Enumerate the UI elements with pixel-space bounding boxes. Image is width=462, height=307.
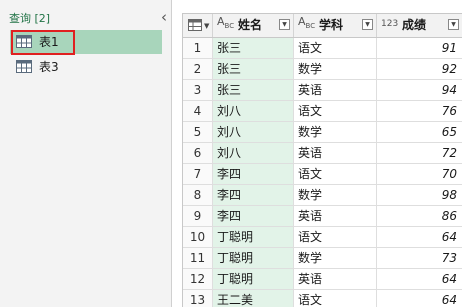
column-header-label: 成绩	[402, 18, 427, 32]
filter-dropdown-icon[interactable]: ▼	[279, 19, 290, 30]
row-number[interactable]: 13	[183, 290, 213, 307]
query-item-biao1[interactable]: 表1	[10, 30, 162, 55]
table-row: 7 李四 语文 70	[183, 164, 462, 185]
table-row: 4 刘八 语文 76	[183, 101, 462, 122]
table-row: 12 丁聪明 英语 64	[183, 269, 462, 290]
row-number[interactable]: 10	[183, 227, 213, 248]
cell-subject[interactable]: 数学	[294, 122, 377, 143]
cell-name[interactable]: 刘八	[213, 122, 294, 143]
text-type-icon[interactable]: ABC	[217, 16, 234, 31]
query-item-biao3[interactable]: 表3	[10, 55, 162, 79]
cell-name[interactable]: 刘八	[213, 101, 294, 122]
cell-score[interactable]: 94	[377, 80, 462, 101]
cell-subject[interactable]: 语文	[294, 38, 377, 59]
cell-name[interactable]: 丁聪明	[213, 227, 294, 248]
filter-dropdown-icon[interactable]: ▼	[448, 19, 459, 30]
row-number[interactable]: 1	[183, 38, 213, 59]
cell-subject[interactable]: 英语	[294, 80, 377, 101]
table-row: 6 刘八 英语 72	[183, 143, 462, 164]
cell-name[interactable]: 丁聪明	[213, 269, 294, 290]
cell-name[interactable]: 丁聪明	[213, 248, 294, 269]
table-row: 1 张三 语文 91	[183, 38, 462, 59]
cell-score[interactable]: 91	[377, 38, 462, 59]
row-number[interactable]: 8	[183, 185, 213, 206]
cell-name[interactable]: 李四	[213, 164, 294, 185]
table-row: 8 李四 数学 98	[183, 185, 462, 206]
cell-subject[interactable]: 英语	[294, 269, 377, 290]
table-menu-icon	[188, 19, 202, 34]
table-icon	[16, 60, 32, 76]
cell-score[interactable]: 65	[377, 122, 462, 143]
column-header-label: 姓名	[238, 18, 263, 32]
cell-score[interactable]: 64	[377, 290, 462, 307]
collapse-pane-icon[interactable]: ‹	[157, 9, 171, 25]
cell-score[interactable]: 70	[377, 164, 462, 185]
grid-header: ▼ ABC 姓名 ▼ ABC 学科 ▼ 123 成绩 ▼	[183, 14, 462, 38]
cell-name[interactable]: 张三	[213, 38, 294, 59]
row-number[interactable]: 9	[183, 206, 213, 227]
cell-score[interactable]: 72	[377, 143, 462, 164]
table-row: 2 张三 数学 92	[183, 59, 462, 80]
column-header-label: 学科	[319, 18, 344, 32]
table-row: 13 王二美 语文 64	[183, 290, 462, 307]
cell-name[interactable]: 王二美	[213, 290, 294, 307]
queries-pane: 查询 [2] ‹ 表1 表3	[0, 0, 172, 307]
row-number[interactable]: 5	[183, 122, 213, 143]
cell-score[interactable]: 73	[377, 248, 462, 269]
table-row: 10 丁聪明 语文 64	[183, 227, 462, 248]
cell-score[interactable]: 76	[377, 101, 462, 122]
table-row: 3 张三 英语 94	[183, 80, 462, 101]
cell-score[interactable]: 64	[377, 269, 462, 290]
row-number[interactable]: 3	[183, 80, 213, 101]
cell-subject[interactable]: 语文	[294, 101, 377, 122]
queries-pane-header: 查询 [2]	[9, 12, 51, 25]
filter-dropdown-icon[interactable]: ▼	[362, 19, 373, 30]
row-number[interactable]: 6	[183, 143, 213, 164]
row-number[interactable]: 12	[183, 269, 213, 290]
column-header-score[interactable]: 123 成绩 ▼	[377, 14, 462, 37]
cell-score[interactable]: 98	[377, 185, 462, 206]
table-row: 11 丁聪明 数学 73	[183, 248, 462, 269]
cell-name[interactable]: 李四	[213, 206, 294, 227]
query-item-label: 表1	[39, 35, 59, 49]
cell-subject[interactable]: 语文	[294, 164, 377, 185]
cell-name[interactable]: 张三	[213, 59, 294, 80]
cell-subject[interactable]: 数学	[294, 59, 377, 80]
cell-subject[interactable]: 英语	[294, 143, 377, 164]
cell-subject[interactable]: 数学	[294, 185, 377, 206]
row-number[interactable]: 7	[183, 164, 213, 185]
query-item-label: 表3	[39, 60, 59, 74]
cell-name[interactable]: 张三	[213, 80, 294, 101]
data-grid: ▼ ABC 姓名 ▼ ABC 学科 ▼ 123 成绩 ▼ 1 张三 语文 91 2 张三数…	[182, 13, 462, 307]
row-number[interactable]: 11	[183, 248, 213, 269]
text-type-icon[interactable]: ABC	[298, 16, 315, 31]
column-header-subject[interactable]: ABC 学科 ▼	[294, 14, 377, 37]
cell-subject[interactable]: 语文	[294, 290, 377, 307]
row-number[interactable]: 4	[183, 101, 213, 122]
chevron-down-icon: ▼	[204, 22, 210, 30]
cell-score[interactable]: 64	[377, 227, 462, 248]
column-header-name[interactable]: ABC 姓名 ▼	[213, 14, 294, 37]
row-number[interactable]: 2	[183, 59, 213, 80]
number-type-icon[interactable]: 123	[381, 20, 398, 29]
table-row: 5 刘八 数学 65	[183, 122, 462, 143]
cell-name[interactable]: 李四	[213, 185, 294, 206]
cell-subject[interactable]: 语文	[294, 227, 377, 248]
table-row: 9 李四 英语 86	[183, 206, 462, 227]
cell-name[interactable]: 刘八	[213, 143, 294, 164]
table-icon	[16, 35, 32, 51]
table-menu-button[interactable]: ▼	[183, 14, 213, 37]
cell-score[interactable]: 86	[377, 206, 462, 227]
cell-subject[interactable]: 数学	[294, 248, 377, 269]
cell-score[interactable]: 92	[377, 59, 462, 80]
cell-subject[interactable]: 英语	[294, 206, 377, 227]
